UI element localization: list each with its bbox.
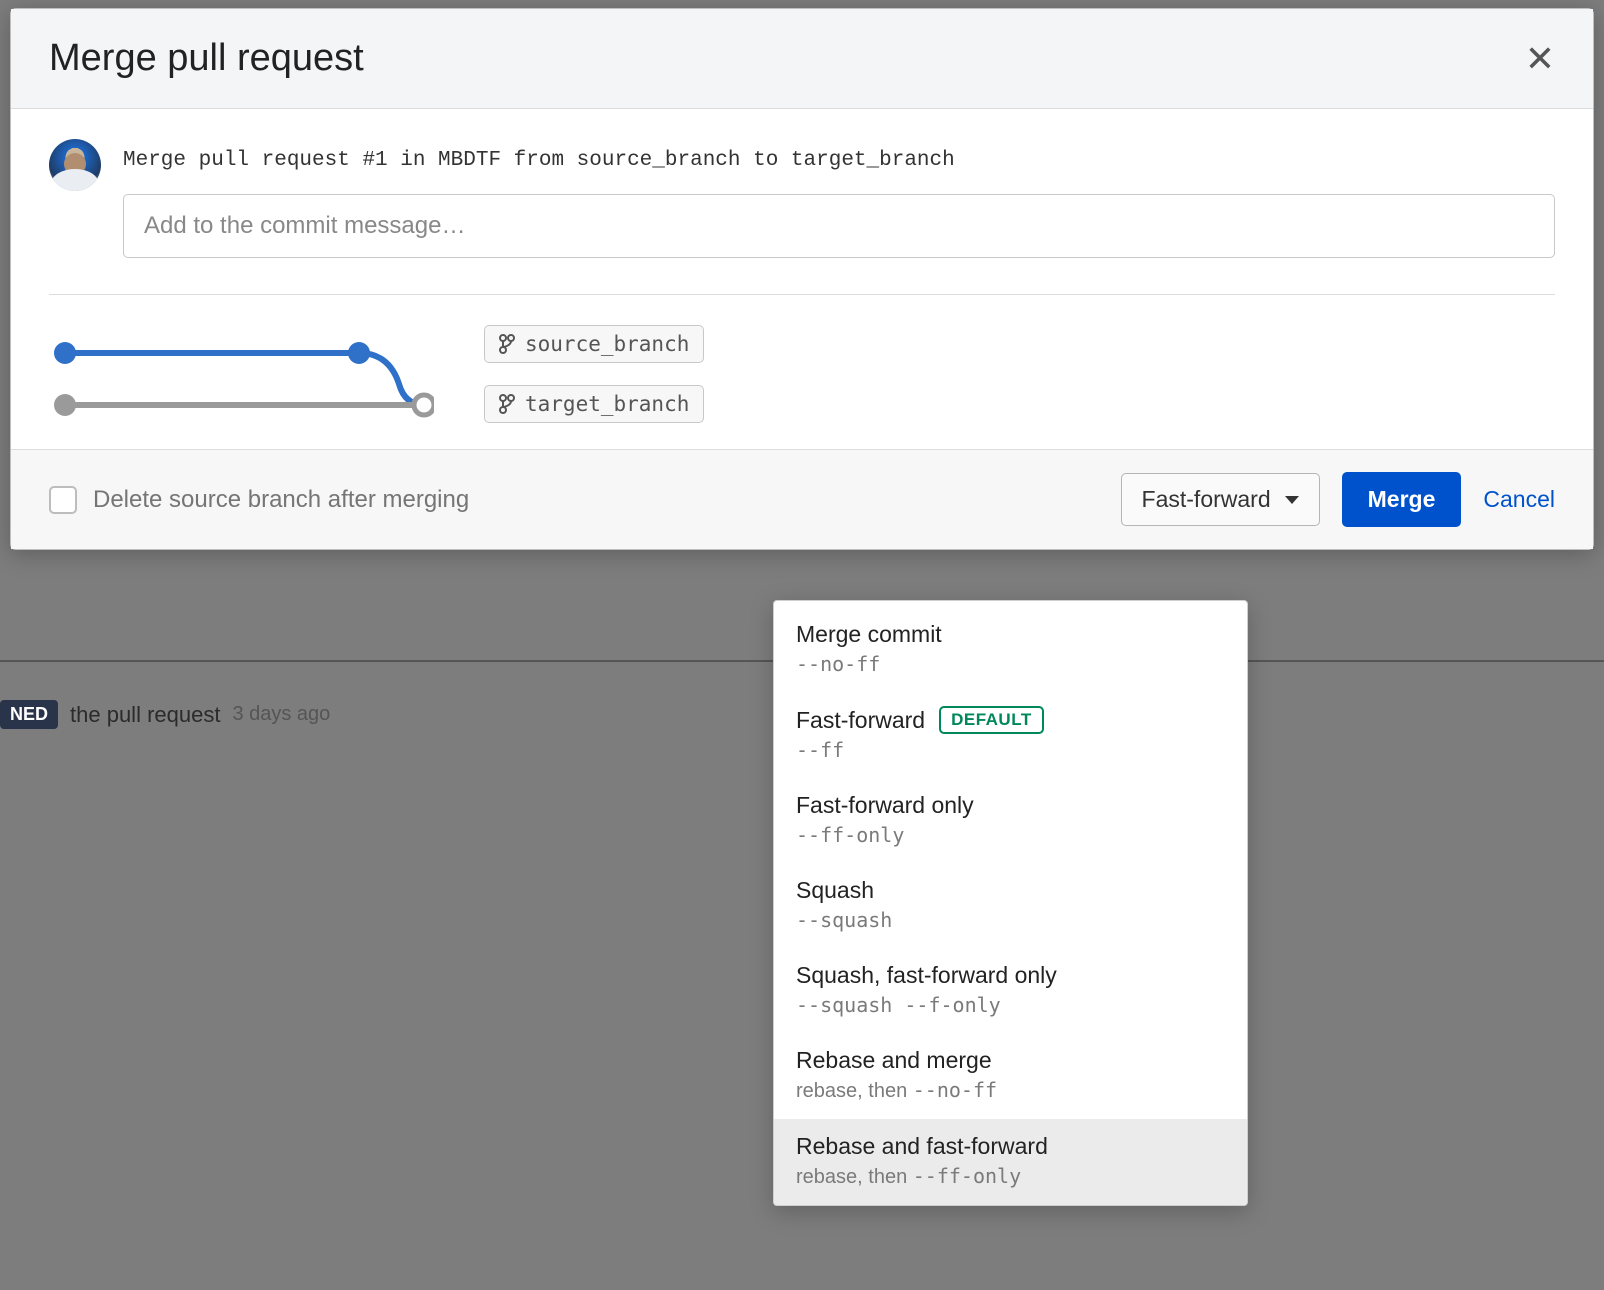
activity-time: 3 days ago <box>232 703 330 726</box>
menu-item-title: Rebase and merge <box>796 1047 992 1074</box>
menu-item-subtitle: --squash <box>796 908 1225 932</box>
default-badge: DEFAULT <box>939 706 1044 734</box>
merge-strategy-option[interactable]: Squash --squash <box>774 863 1247 948</box>
modal-header: Merge pull request ✕ <box>11 9 1593 109</box>
avatar <box>49 139 101 191</box>
source-branch-label: source_branch <box>525 332 689 356</box>
branch-icon <box>499 334 515 354</box>
merge-strategy-menu: Merge commit --no-ff Fast-forward DEFAULT --… <box>773 600 1248 1206</box>
menu-item-subtitle: --ff <box>796 738 1225 762</box>
menu-item-title: Merge commit <box>796 621 942 648</box>
merge-strategy-option[interactable]: Merge commit --no-ff <box>774 607 1247 692</box>
menu-item-subtitle: rebase, then --ff-only <box>796 1164 1225 1189</box>
merge-button[interactable]: Merge <box>1342 472 1462 527</box>
modal-body: Merge pull request #1 in MBDTF from sour… <box>11 109 1593 449</box>
cancel-link[interactable]: Cancel <box>1483 486 1555 513</box>
menu-item-title: Fast-forward <box>796 707 925 734</box>
source-branch-chip[interactable]: source_branch <box>484 325 704 363</box>
merge-strategy-option[interactable]: Rebase and merge rebase, then --no-ff <box>774 1033 1247 1119</box>
menu-item-subtitle: --no-ff <box>796 652 1225 676</box>
merge-modal: Merge pull request ✕ Merge pull request … <box>10 8 1594 550</box>
delete-branch-checkbox[interactable] <box>49 486 77 514</box>
target-branch-chip[interactable]: target_branch <box>484 385 704 423</box>
merge-strategy-option[interactable]: Squash, fast-forward only --squash --f-on… <box>774 948 1247 1033</box>
menu-item-title: Squash, fast-forward only <box>796 962 1057 989</box>
divider <box>49 294 1555 295</box>
delete-branch-label: Delete source branch after merging <box>93 486 469 514</box>
branch-graph-icon <box>49 329 434 419</box>
commit-row: Merge pull request #1 in MBDTF from sour… <box>49 139 1555 258</box>
merge-strategy-option[interactable]: Fast-forward only --ff-only <box>774 778 1247 863</box>
merge-strategy-option[interactable]: Fast-forward DEFAULT --ff <box>774 692 1247 778</box>
menu-item-subtitle: --ff-only <box>796 823 1225 847</box>
merge-strategy-selected: Fast-forward <box>1142 486 1271 513</box>
activity-row: NED the pull request 3 days ago <box>0 700 330 729</box>
menu-item-title: Fast-forward only <box>796 792 974 819</box>
merge-strategy-dropdown[interactable]: Fast-forward <box>1121 473 1320 526</box>
menu-item-title: Squash <box>796 877 874 904</box>
modal-footer: Delete source branch after merging Fast-… <box>11 449 1593 549</box>
menu-item-title: Rebase and fast-forward <box>796 1133 1048 1160</box>
activity-badge: NED <box>0 700 58 729</box>
commit-message-input[interactable] <box>123 194 1555 258</box>
target-branch-label: target_branch <box>525 392 689 416</box>
close-icon: ✕ <box>1525 38 1555 79</box>
branch-icon <box>499 394 515 414</box>
menu-item-subtitle: rebase, then --no-ff <box>796 1078 1225 1103</box>
close-button[interactable]: ✕ <box>1525 41 1555 77</box>
chevron-down-icon <box>1285 496 1299 504</box>
activity-text: the pull request <box>70 702 220 728</box>
merge-strategy-option[interactable]: Rebase and fast-forward rebase, then --ff… <box>774 1119 1247 1205</box>
menu-item-subtitle: --squash --f-only <box>796 993 1225 1017</box>
branch-diagram: source_branch target_branch <box>49 325 1555 423</box>
modal-title: Merge pull request <box>49 37 364 80</box>
commit-message-text: Merge pull request #1 in MBDTF from sour… <box>123 149 1555 172</box>
